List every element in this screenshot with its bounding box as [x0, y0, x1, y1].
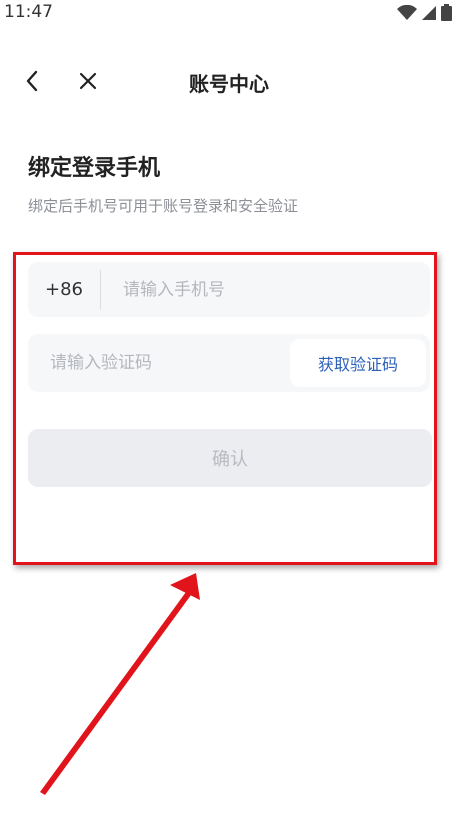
phone-input[interactable]	[121, 278, 430, 301]
signal-icon	[422, 5, 436, 20]
divider	[100, 269, 101, 310]
country-code-selector[interactable]: +86	[28, 279, 100, 300]
confirm-button[interactable]: 确认	[28, 429, 432, 487]
get-code-button[interactable]: 获取验证码	[290, 339, 426, 387]
section-subtitle: 绑定后手机号可用于账号登录和安全验证	[28, 197, 299, 215]
verification-code-input[interactable]	[48, 352, 290, 374]
battery-icon	[441, 4, 452, 21]
wifi-icon	[397, 4, 417, 20]
verification-code-row: 获取验证码	[28, 334, 430, 392]
annotation-arrow	[40, 573, 200, 795]
phone-field-row: +86	[28, 262, 430, 317]
page-title: 账号中心	[189, 72, 269, 96]
nav-bar: 账号中心	[0, 56, 458, 106]
status-icons	[397, 4, 452, 21]
status-time: 11:47	[4, 2, 53, 22]
status-bar: 11:47	[0, 0, 458, 26]
section-title: 绑定登录手机	[28, 156, 161, 181]
